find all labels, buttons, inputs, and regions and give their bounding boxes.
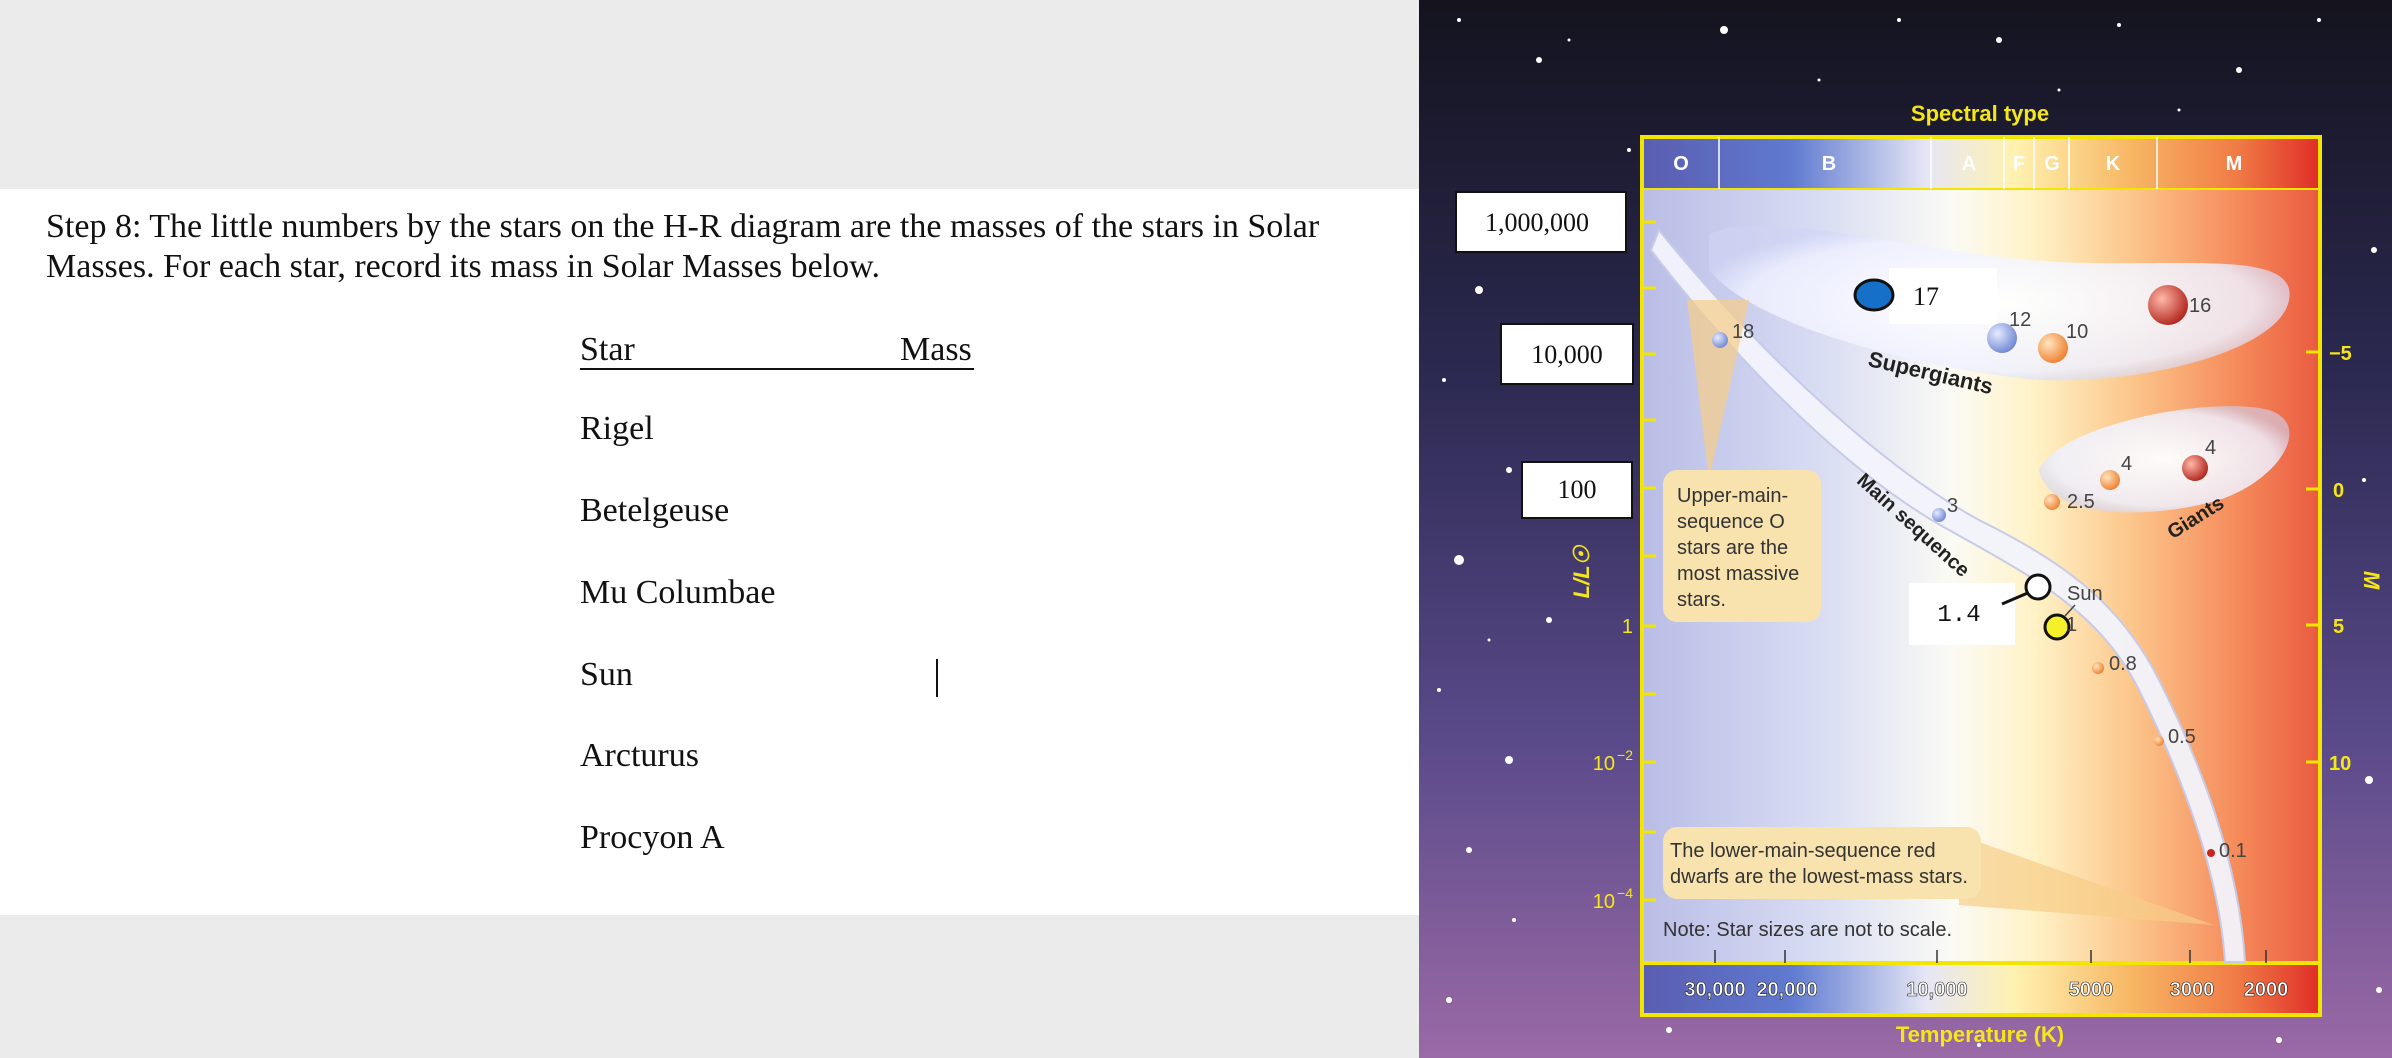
star-mass-4-orange xyxy=(2100,470,2120,490)
magnitude-label-minus5: −5 xyxy=(2329,343,2352,365)
mass-label-12: 12 xyxy=(2009,309,2031,331)
worksheet-page: Step 8: The little numbers by the stars … xyxy=(0,189,1419,915)
spectral-label-g: G xyxy=(2044,153,2060,175)
mass-label-0-5: 0.5 xyxy=(2168,726,2196,748)
spectral-label-a: A xyxy=(1962,153,1976,175)
temperature-label-2000: 2000 xyxy=(2244,979,2289,1001)
spectral-type-bar xyxy=(1642,137,2320,189)
temperature-label-30000: 30,000 xyxy=(1684,979,1745,1001)
text-cursor[interactable] xyxy=(936,659,938,697)
luminosity-label-10e-4-base: 10 xyxy=(1593,891,1615,913)
star-mass-18 xyxy=(1712,332,1728,348)
luminosity-label-1: 1 xyxy=(1622,616,1633,638)
mass-label-2-5: 2.5 xyxy=(2067,491,2095,513)
mass-label-10: 10 xyxy=(2066,321,2088,343)
magnitude-axis-label: M xyxy=(2359,571,2384,590)
star-mass-3 xyxy=(1932,508,1946,522)
luminosity-label-10e-2-base: 10 xyxy=(1593,753,1615,775)
temperature-label-10000: 10,000 xyxy=(1906,979,1967,1001)
mass-label-0-8: 0.8 xyxy=(2109,653,2137,675)
star-mass-17 xyxy=(1853,278,1895,312)
mass-label-4-orange: 4 xyxy=(2121,453,2132,475)
star-size-note: Note: Star sizes are not to scale. xyxy=(1663,919,1952,941)
upper-note-line-5: stars. xyxy=(1677,589,1726,611)
magnitude-label-5: 5 xyxy=(2333,616,2344,638)
star-row-procyon-a: Procyon A xyxy=(580,819,725,856)
star-row-rigel: Rigel xyxy=(580,410,654,447)
spectral-type-title: Spectral type xyxy=(1911,101,2049,126)
mass-label-1: 1 xyxy=(2066,614,2077,636)
star-mass-0-8 xyxy=(2092,662,2104,674)
mass-label-18: 18 xyxy=(1732,321,1754,343)
lower-note-line-2: dwarfs are the lowest-mass stars. xyxy=(1670,866,1968,888)
spectral-label-o: O xyxy=(1673,153,1689,175)
luminosity-label-100: 100 xyxy=(1558,475,1597,504)
mass-label-16: 16 xyxy=(2189,295,2211,317)
luminosity-axis-label: L/L☉ xyxy=(1569,544,1594,598)
upper-note-line-1: Upper-main- xyxy=(1677,485,1788,507)
star-mass-2-5 xyxy=(2044,494,2060,510)
mass-label-0-1: 0.1 xyxy=(2219,840,2247,862)
temperature-label-20000: 20,000 xyxy=(1756,979,1817,1001)
luminosity-label-10000: 10,000 xyxy=(1531,340,1603,369)
luminosity-label-10e-2-exp: −2 xyxy=(1617,747,1633,763)
star-row-mu-columbae: Mu Columbae xyxy=(580,574,776,611)
mass-label-3: 3 xyxy=(1947,495,1958,517)
step-8-instructions: Step 8: The little numbers by the stars … xyxy=(46,208,1320,285)
lower-note-box xyxy=(1663,827,1981,899)
hr-diagram: Spectral type O B A F G K M 1,000,000 10… xyxy=(1419,0,2392,1058)
star-mass-0-1 xyxy=(2207,849,2215,857)
header-underline xyxy=(580,368,974,370)
spectral-label-k: K xyxy=(2106,153,2121,175)
spectral-label-f: F xyxy=(2013,153,2025,175)
upper-note-line-2: sequence O xyxy=(1677,511,1785,533)
star-row-betelgeuse: Betelgeuse xyxy=(580,492,730,529)
mass-label-1-4: 1.4 xyxy=(1937,602,1980,629)
star-row-sun: Sun xyxy=(580,656,633,693)
column-header-star: Star xyxy=(580,331,635,368)
temperature-axis-label: Temperature (K) xyxy=(1896,1022,2064,1047)
magnitude-label-10: 10 xyxy=(2329,753,2351,775)
spectral-label-b: B xyxy=(1822,153,1836,175)
spectral-label-m: M xyxy=(2226,153,2243,175)
luminosity-label-1000000: 1,000,000 xyxy=(1485,208,1589,237)
mass-label-17: 17 xyxy=(1913,282,1939,311)
label-sun: Sun xyxy=(2067,583,2103,605)
temperature-label-5000: 5000 xyxy=(2069,979,2114,1001)
luminosity-label-10e-4-exp: −4 xyxy=(1617,885,1633,901)
answer-box-17 xyxy=(1889,268,1997,324)
column-header-mass: Mass xyxy=(900,331,972,368)
upper-note-line-4: most massive xyxy=(1677,563,1799,585)
star-row-arcturus: Arcturus xyxy=(580,737,699,774)
temperature-label-3000: 3000 xyxy=(2170,979,2215,1001)
star-mass-10 xyxy=(2038,333,2068,363)
star-mass-0-5 xyxy=(2154,736,2164,746)
star-mass-16 xyxy=(2148,285,2188,325)
mass-label-4-red: 4 xyxy=(2205,437,2216,459)
upper-note-line-3: stars are the xyxy=(1677,537,1788,559)
star-mass-1-4 xyxy=(2024,573,2052,601)
magnitude-label-0: 0 xyxy=(2333,480,2344,502)
lower-note-line-1: The lower-main-sequence red xyxy=(1670,840,1936,862)
